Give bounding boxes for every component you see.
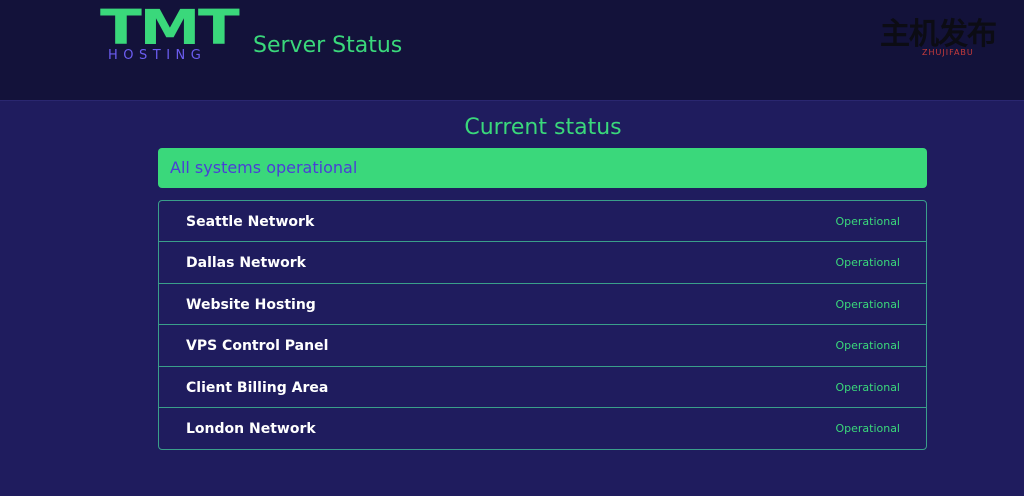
service-row: Client Billing Area Operational — [159, 367, 926, 408]
logo[interactable]: TMT HOSTING — [100, 4, 240, 64]
logo-subtitle: HOSTING — [108, 48, 207, 63]
service-row: VPS Control Panel Operational — [159, 325, 926, 367]
logo-letters: TMT — [100, 0, 240, 56]
watermark: 主机发布 ZHUJIFABU — [880, 16, 1000, 60]
service-name: Website Hosting — [186, 296, 316, 313]
service-row: Seattle Network Operational — [159, 201, 926, 243]
service-row: Dallas Network Operational — [159, 242, 926, 284]
service-status: Operational — [835, 339, 900, 353]
current-status-heading: Current status — [464, 115, 622, 140]
service-status: Operational — [835, 421, 900, 435]
watermark-sub: ZHUJIFABU — [922, 48, 974, 57]
status-banner-text: All systems operational — [170, 158, 358, 177]
service-list: Seattle Network Operational Dallas Netwo… — [158, 200, 927, 451]
service-status: Operational — [835, 380, 900, 394]
service-status: Operational — [835, 215, 900, 228]
top-bar: TMT HOSTING Server Status 主机发布 ZHUJIFABU — [0, 0, 1024, 101]
service-name: Client Billing Area — [186, 379, 329, 396]
service-status: Operational — [835, 256, 900, 270]
service-row: London Network Operational — [159, 408, 926, 449]
service-name: VPS Control Panel — [186, 338, 329, 355]
service-name: London Network — [186, 420, 316, 437]
page-title: Server Status — [253, 33, 403, 58]
service-name: Seattle Network — [186, 214, 315, 230]
service-row: Website Hosting Operational — [159, 284, 926, 326]
status-banner: All systems operational — [158, 148, 927, 188]
service-status: Operational — [835, 297, 900, 311]
service-name: Dallas Network — [186, 255, 306, 272]
